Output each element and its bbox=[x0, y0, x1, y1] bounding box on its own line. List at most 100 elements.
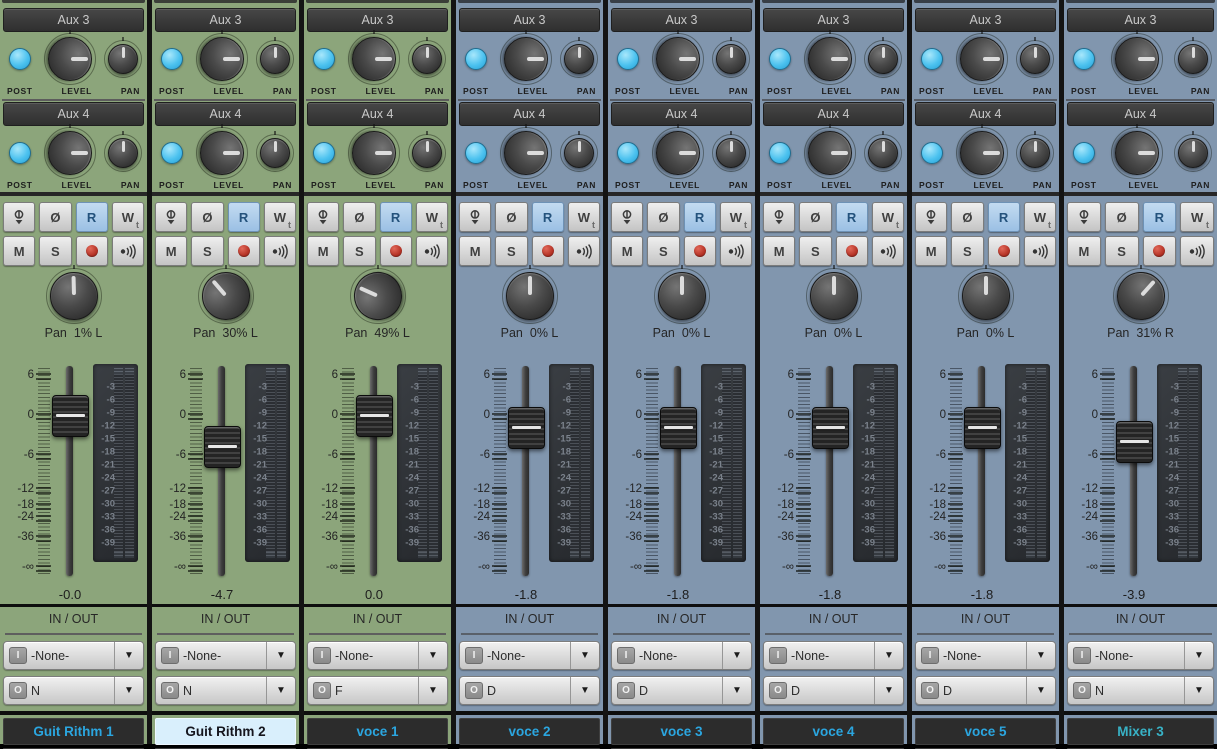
aux3-post-button[interactable] bbox=[313, 48, 335, 70]
input-dropdown[interactable]: I -None- ▼ bbox=[307, 641, 448, 670]
aux3-level-knob[interactable] bbox=[48, 37, 92, 81]
output-dropdown[interactable]: O N ▼ bbox=[1067, 676, 1214, 705]
read-automation-button[interactable]: R bbox=[684, 202, 716, 232]
aux4-level-knob[interactable] bbox=[352, 131, 396, 175]
fader-track[interactable] bbox=[218, 366, 225, 576]
aux3-post-button[interactable] bbox=[769, 48, 791, 70]
aux4-send-header[interactable]: Aux 4 bbox=[611, 102, 752, 126]
phase-invert-button[interactable]: Ø bbox=[1105, 202, 1139, 232]
dropdown-arrow-icon[interactable]: ▼ bbox=[1026, 642, 1055, 669]
input-dropdown[interactable]: I -None- ▼ bbox=[155, 641, 296, 670]
aux4-level-knob[interactable] bbox=[960, 131, 1004, 175]
phase-invert-button[interactable]: Ø bbox=[495, 202, 527, 232]
aux4-level-knob[interactable] bbox=[1115, 131, 1159, 175]
solo-button[interactable]: S bbox=[191, 236, 223, 266]
write-automation-button[interactable]: Wt bbox=[568, 202, 600, 232]
phase-invert-button[interactable]: Ø bbox=[191, 202, 223, 232]
fader-cap[interactable] bbox=[356, 395, 393, 437]
aux3-level-knob[interactable] bbox=[1115, 37, 1159, 81]
aux4-send-header[interactable]: Aux 4 bbox=[915, 102, 1056, 126]
interleave-button[interactable] bbox=[3, 202, 35, 232]
read-automation-button[interactable]: R bbox=[1143, 202, 1177, 232]
fader-cap[interactable] bbox=[52, 395, 89, 437]
pan-readout[interactable]: Pan31% R bbox=[1064, 326, 1217, 346]
aux4-post-button[interactable] bbox=[769, 142, 791, 164]
input-echo-button[interactable] bbox=[112, 236, 144, 266]
record-arm-button[interactable] bbox=[684, 236, 716, 266]
read-automation-button[interactable]: R bbox=[532, 202, 564, 232]
solo-button[interactable]: S bbox=[1105, 236, 1139, 266]
record-arm-button[interactable] bbox=[76, 236, 108, 266]
input-dropdown[interactable]: I -None- ▼ bbox=[3, 641, 144, 670]
fader-cap[interactable] bbox=[660, 407, 697, 449]
volume-readout[interactable]: -1.8 bbox=[760, 587, 900, 602]
aux3-post-button[interactable] bbox=[161, 48, 183, 70]
aux3-level-knob[interactable] bbox=[200, 37, 244, 81]
mute-button[interactable]: M bbox=[307, 236, 339, 266]
mute-button[interactable]: M bbox=[3, 236, 35, 266]
aux3-pan-knob[interactable] bbox=[716, 44, 746, 74]
aux4-level-knob[interactable] bbox=[200, 131, 244, 175]
output-dropdown[interactable]: O D ▼ bbox=[915, 676, 1056, 705]
solo-button[interactable]: S bbox=[799, 236, 831, 266]
aux4-post-button[interactable] bbox=[617, 142, 639, 164]
aux4-send-header[interactable]: Aux 4 bbox=[763, 102, 904, 126]
aux3-send-header[interactable]: Aux 3 bbox=[1067, 8, 1214, 32]
aux4-post-button[interactable] bbox=[1073, 142, 1095, 164]
input-echo-button[interactable] bbox=[1180, 236, 1214, 266]
read-automation-button[interactable]: R bbox=[836, 202, 868, 232]
aux3-send-header[interactable]: Aux 3 bbox=[155, 8, 296, 32]
fader-cap[interactable] bbox=[964, 407, 1001, 449]
track-name-plate[interactable]: voce 1 bbox=[307, 718, 448, 745]
mute-button[interactable]: M bbox=[915, 236, 947, 266]
pan-readout[interactable]: Pan0% L bbox=[456, 326, 603, 346]
dropdown-arrow-icon[interactable]: ▼ bbox=[570, 642, 599, 669]
read-automation-button[interactable]: R bbox=[988, 202, 1020, 232]
input-dropdown[interactable]: I -None- ▼ bbox=[763, 641, 904, 670]
pan-readout[interactable]: Pan49% L bbox=[304, 326, 451, 346]
aux3-pan-knob[interactable] bbox=[412, 44, 442, 74]
input-dropdown[interactable]: I -None- ▼ bbox=[1067, 641, 1214, 670]
record-arm-button[interactable] bbox=[1143, 236, 1177, 266]
volume-readout[interactable]: -3.9 bbox=[1064, 587, 1204, 602]
fader-track[interactable] bbox=[522, 366, 529, 576]
fader-cap[interactable] bbox=[508, 407, 545, 449]
input-dropdown[interactable]: I -None- ▼ bbox=[611, 641, 752, 670]
aux4-send-header[interactable]: Aux 4 bbox=[3, 102, 144, 126]
aux4-pan-knob[interactable] bbox=[716, 138, 746, 168]
dropdown-arrow-icon[interactable]: ▼ bbox=[1184, 677, 1213, 704]
write-automation-button[interactable]: Wt bbox=[416, 202, 448, 232]
aux4-post-button[interactable] bbox=[921, 142, 943, 164]
dropdown-arrow-icon[interactable]: ▼ bbox=[874, 642, 903, 669]
aux4-post-button[interactable] bbox=[465, 142, 487, 164]
aux3-pan-knob[interactable] bbox=[1178, 44, 1208, 74]
dropdown-arrow-icon[interactable]: ▼ bbox=[114, 642, 143, 669]
aux4-pan-knob[interactable] bbox=[108, 138, 138, 168]
aux3-level-knob[interactable] bbox=[808, 37, 852, 81]
aux4-post-button[interactable] bbox=[161, 142, 183, 164]
output-dropdown[interactable]: O N ▼ bbox=[155, 676, 296, 705]
aux4-pan-knob[interactable] bbox=[260, 138, 290, 168]
output-dropdown[interactable]: O D ▼ bbox=[763, 676, 904, 705]
solo-button[interactable]: S bbox=[951, 236, 983, 266]
channel-pan-knob[interactable] bbox=[658, 272, 706, 320]
fader-track[interactable] bbox=[1130, 366, 1137, 576]
input-echo-button[interactable] bbox=[568, 236, 600, 266]
pan-readout[interactable]: Pan0% L bbox=[760, 326, 907, 346]
phase-invert-button[interactable]: Ø bbox=[799, 202, 831, 232]
volume-readout[interactable]: -1.8 bbox=[912, 587, 1052, 602]
aux4-pan-knob[interactable] bbox=[1020, 138, 1050, 168]
interleave-button[interactable] bbox=[1067, 202, 1101, 232]
volume-readout[interactable]: -0.0 bbox=[0, 587, 140, 602]
dropdown-arrow-icon[interactable]: ▼ bbox=[114, 677, 143, 704]
write-automation-button[interactable]: Wt bbox=[264, 202, 296, 232]
interleave-button[interactable] bbox=[307, 202, 339, 232]
mute-button[interactable]: M bbox=[459, 236, 491, 266]
solo-button[interactable]: S bbox=[647, 236, 679, 266]
output-dropdown[interactable]: O D ▼ bbox=[611, 676, 752, 705]
mute-button[interactable]: M bbox=[611, 236, 643, 266]
dropdown-arrow-icon[interactable]: ▼ bbox=[1026, 677, 1055, 704]
interleave-button[interactable] bbox=[611, 202, 643, 232]
aux4-send-header[interactable]: Aux 4 bbox=[1067, 102, 1214, 126]
aux3-send-header[interactable]: Aux 3 bbox=[307, 8, 448, 32]
